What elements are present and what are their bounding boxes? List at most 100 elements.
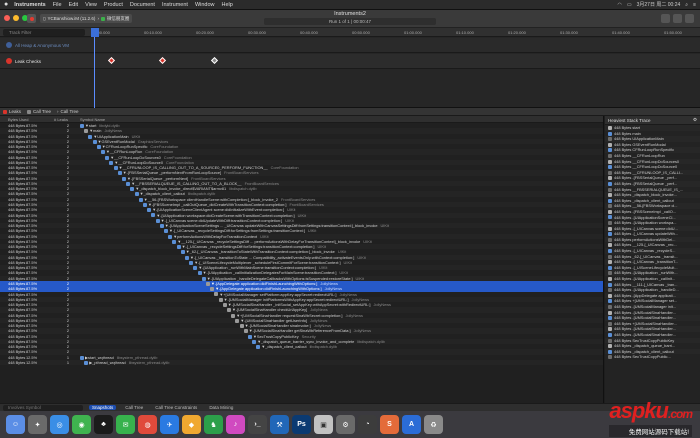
wifi-icon[interactable]: ◠ bbox=[618, 2, 622, 8]
symbol-name: ▼__CFRunLoopDoSources0 bbox=[110, 154, 161, 160]
evernote-icon[interactable]: ♞ bbox=[204, 415, 223, 434]
detail-bottom-bar: Involves Symbol Snapshots Call Tree Call… bbox=[0, 403, 700, 411]
menu-window[interactable]: Window bbox=[195, 2, 215, 8]
call-tree-icon bbox=[27, 109, 32, 114]
sublime-icon[interactable]: S bbox=[380, 415, 399, 434]
symbol-library: UIKit bbox=[307, 228, 317, 234]
symbol-name: ▼_dispatch_client_callout bbox=[139, 191, 185, 197]
column-bytes-used[interactable]: Bytes Used bbox=[8, 117, 28, 122]
tab-data-mining[interactable]: Data Mining bbox=[206, 405, 236, 410]
frame-label: 448 Bytes -[UIApplicationSceneCl... bbox=[614, 214, 676, 220]
minimize-window-button[interactable] bbox=[13, 15, 19, 21]
launchpad-icon[interactable]: ✦ bbox=[28, 415, 47, 434]
call-tree-table[interactable]: Bytes Used # Leaks Symbol Name 448 Bytes… bbox=[0, 116, 604, 403]
symbol-name: ▼-[FBSSerialQueue _performNext] bbox=[127, 175, 189, 181]
weibo-icon[interactable]: ◍ bbox=[138, 415, 157, 434]
symbol-library: JollyNews bbox=[309, 317, 328, 323]
dock: ☺ ✦ ◎ ◉ ♣ ✉ ◍ ✈ ◆ ♞ ♪ ›_ ⚒ Ps ▣ ⚙ ◔ S A … bbox=[0, 411, 700, 438]
finder-icon[interactable]: ☺ bbox=[6, 415, 25, 434]
track-leak-checks[interactable]: Leak Checks bbox=[0, 54, 700, 69]
leak-marker[interactable] bbox=[158, 56, 167, 65]
toggle-detail-button[interactable] bbox=[673, 14, 682, 23]
frame-label: 448 Bytes -[_UISceneLifecycleMult... bbox=[614, 264, 678, 270]
run-timer[interactable]: Run 1 of 1 | 00:00:47 bbox=[264, 18, 436, 25]
tab-call-tree[interactable]: Call Tree bbox=[122, 405, 146, 410]
crumb-leaks[interactable]: Leaks bbox=[3, 109, 21, 114]
xcode-icon[interactable]: ⚒ bbox=[270, 415, 289, 434]
column-symbol-name[interactable]: Symbol Name bbox=[80, 117, 105, 122]
add-instrument-button[interactable] bbox=[661, 14, 670, 23]
search-icon[interactable]: ⌕ bbox=[685, 2, 688, 8]
tab-call-tree-constraints[interactable]: Call Tree Constraints bbox=[152, 405, 200, 410]
qq-icon[interactable]: ♣ bbox=[94, 415, 113, 434]
menu-file[interactable]: File bbox=[53, 2, 62, 8]
menu-help[interactable]: Help bbox=[222, 2, 233, 8]
safari-icon[interactable]: ◎ bbox=[50, 415, 69, 434]
menu-instrument[interactable]: Instrument bbox=[162, 2, 188, 8]
close-window-button[interactable] bbox=[4, 15, 10, 21]
frame-label: 448 Bytes -[FBSSceneImpl _callO... bbox=[614, 208, 677, 214]
frame-library-icon bbox=[608, 321, 612, 326]
symbol-name: ▼__CFRunLoopDoSource0 bbox=[114, 159, 164, 165]
cell-percent: 12.5% bbox=[26, 359, 38, 365]
app-store-icon[interactable]: A bbox=[402, 415, 421, 434]
frame-label: 448 Bytes performActionsWithDel... bbox=[614, 236, 676, 242]
menu-edit[interactable]: Edit bbox=[69, 2, 78, 8]
table-row[interactable]: 448 Bytes 12.5% 1 ▶_pthread_wqthread libsyst… bbox=[0, 359, 603, 366]
column-leaks[interactable]: # Leaks bbox=[54, 117, 68, 122]
frame-label: 448 Bytes _dispatch_block_invoke... bbox=[614, 192, 677, 198]
record-button[interactable] bbox=[27, 14, 36, 23]
chrome-icon[interactable]: ◉ bbox=[72, 415, 91, 434]
frame-label: 448 Bytes __CFRUNLOOP_IS_CALLI... bbox=[614, 169, 684, 175]
wechat-icon[interactable]: ✉ bbox=[116, 415, 135, 434]
menu-document[interactable]: Document bbox=[130, 2, 155, 8]
symbol-library: JollyNews bbox=[345, 312, 363, 318]
symbol-name: ▼-[AppDelegate application:didFinishLaun… bbox=[211, 280, 318, 286]
toggle-inspector-button[interactable] bbox=[685, 14, 694, 23]
target-selector[interactable]: ▯ YCBanshiow.iM (11.2.6) › 微信朋友圈 bbox=[40, 14, 133, 23]
preview-icon[interactable]: ▣ bbox=[314, 415, 333, 434]
symbol-library: CoreFoundation bbox=[270, 165, 299, 171]
leak-check-marker[interactable] bbox=[210, 56, 219, 65]
crumb-call-tree-detail[interactable]: › Call Tree bbox=[57, 109, 79, 114]
menu-view[interactable]: View bbox=[85, 2, 97, 8]
involves-symbol-input[interactable]: Involves Symbol bbox=[3, 404, 83, 411]
target-device: YCBanshiow.iM (11.2.6) bbox=[47, 16, 96, 21]
track-filter-input[interactable]: Track Filter bbox=[3, 29, 85, 36]
track-allocations[interactable]: All Heap & Anonymous VM bbox=[0, 38, 700, 53]
symbol-name: ▼-[UIApplicationSceneClientAgent scene:d… bbox=[152, 207, 285, 213]
terminal-icon[interactable]: ›_ bbox=[248, 415, 267, 434]
leak-marker[interactable] bbox=[107, 56, 116, 65]
symbol-name: ▼-[UMSocialSinaHandler getUserInfo] bbox=[240, 317, 307, 323]
ruler-tick: 01:20.000 bbox=[508, 30, 526, 35]
gear-icon[interactable]: ⚙ bbox=[693, 117, 697, 123]
photoshop-icon[interactable]: Ps bbox=[292, 415, 311, 434]
tab-snapshots[interactable]: Snapshots bbox=[89, 405, 117, 410]
frame-label: 448 Bytes __CFRunLoopRun bbox=[614, 152, 665, 158]
frame-library-icon bbox=[608, 125, 612, 130]
time-ruler[interactable]: 00:00.000 00:10.000 00:20.000 00:30.000 00:4… bbox=[90, 28, 700, 37]
frame-library-icon bbox=[608, 148, 612, 153]
battery-icon[interactable]: ▭ bbox=[627, 2, 632, 8]
itunes-icon[interactable]: ♪ bbox=[226, 415, 245, 434]
apple-icon[interactable]: ● bbox=[4, 1, 8, 8]
crumb-call-tree[interactable]: Call Tree bbox=[27, 109, 51, 114]
menu-instruments[interactable]: Instruments bbox=[14, 2, 45, 8]
system-preferences-icon[interactable]: ⚙ bbox=[336, 415, 355, 434]
menu-product[interactable]: Product bbox=[104, 2, 123, 8]
ruler-tick: 01:40.000 bbox=[612, 30, 630, 35]
window-title: Instruments2 bbox=[334, 11, 366, 17]
stack-frame[interactable]: 448 Bytes SecTrustCopyPublic... bbox=[605, 354, 700, 360]
menubar-clock[interactable]: 3月27日 周二 00:24 bbox=[637, 1, 681, 8]
frame-library-icon bbox=[608, 204, 612, 209]
frame-label: 448 Bytes start bbox=[614, 125, 640, 130]
symbol-library: UIKit bbox=[285, 217, 294, 223]
sketch-icon[interactable]: ◆ bbox=[182, 415, 201, 434]
ruler-tick: 00:20.000 bbox=[196, 30, 214, 35]
trash-icon[interactable]: ♻ bbox=[424, 415, 443, 434]
frame-label: 448 Bytes -[_UICanvas _recycleS... bbox=[614, 248, 676, 254]
instruments-icon[interactable]: ◔ bbox=[358, 415, 377, 434]
menu-list-icon[interactable]: ≡ bbox=[693, 2, 696, 8]
mail-icon[interactable]: ✈ bbox=[160, 415, 179, 434]
playhead-handle[interactable] bbox=[91, 28, 99, 37]
